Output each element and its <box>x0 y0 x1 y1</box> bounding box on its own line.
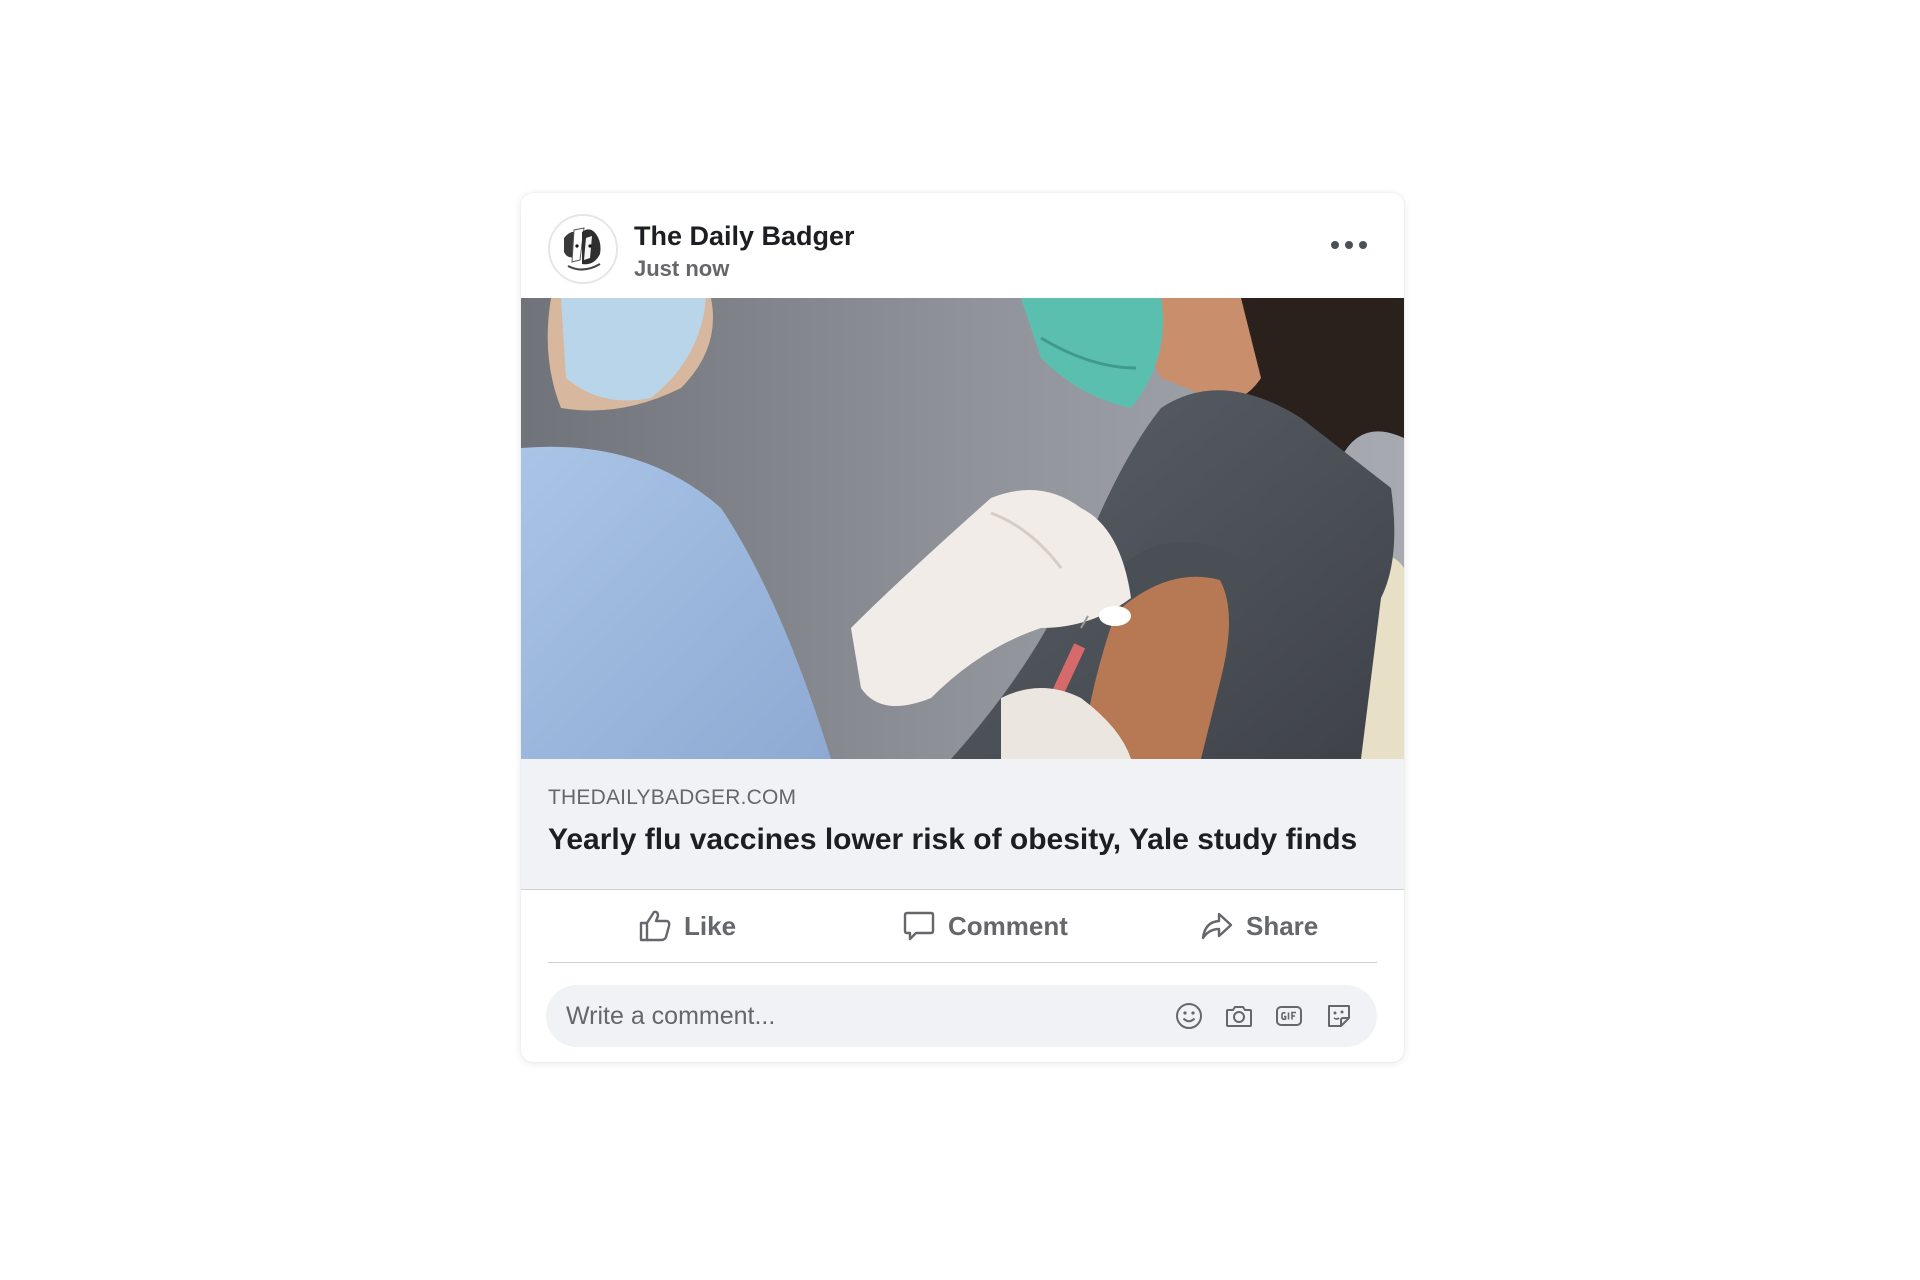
more-options-button[interactable] <box>1321 225 1377 265</box>
post-header: The Daily Badger Just now <box>521 193 1404 298</box>
share-button[interactable]: Share <box>1200 898 1318 954</box>
link-preview[interactable]: THEDAILYBADGER.COM Yearly flu vaccines l… <box>521 759 1404 890</box>
post-card: The Daily Badger Just now THEDAILYBADGER… <box>521 193 1404 1062</box>
comment-bubble-icon <box>903 911 935 941</box>
sticker-button[interactable] <box>1323 1000 1355 1032</box>
post-image[interactable] <box>521 298 1404 759</box>
link-domain: THEDAILYBADGER.COM <box>548 786 797 809</box>
page-avatar[interactable] <box>548 214 618 284</box>
gif-icon <box>1276 1006 1302 1026</box>
like-label: Like <box>684 910 737 941</box>
share-label: Share <box>1246 910 1319 941</box>
share-arrow-icon <box>1201 912 1233 940</box>
more-options-icon <box>1331 241 1367 249</box>
camera-icon <box>1226 1006 1252 1027</box>
thumbs-up-icon <box>639 910 671 942</box>
action-bar: Like Comment Share <box>548 890 1377 963</box>
sticker-icon <box>1328 1005 1350 1027</box>
comment-button[interactable]: Comment <box>902 898 1068 954</box>
comment-bar <box>546 985 1377 1047</box>
emoji-icon <box>1176 1003 1202 1029</box>
camera-button[interactable] <box>1223 1000 1255 1032</box>
page-name[interactable]: The Daily Badger <box>634 221 855 252</box>
comment-input[interactable] <box>546 985 1146 1047</box>
like-button[interactable]: Like <box>638 898 736 954</box>
gif-button[interactable] <box>1273 1000 1305 1032</box>
comment-label: Comment <box>948 910 1068 941</box>
badger-logo-icon <box>550 216 616 282</box>
link-title: Yearly flu vaccines lower risk of obesit… <box>548 823 1358 856</box>
vaccination-photo <box>521 298 1404 759</box>
post-timestamp[interactable]: Just now <box>634 256 729 282</box>
emoji-button[interactable] <box>1173 1000 1205 1032</box>
